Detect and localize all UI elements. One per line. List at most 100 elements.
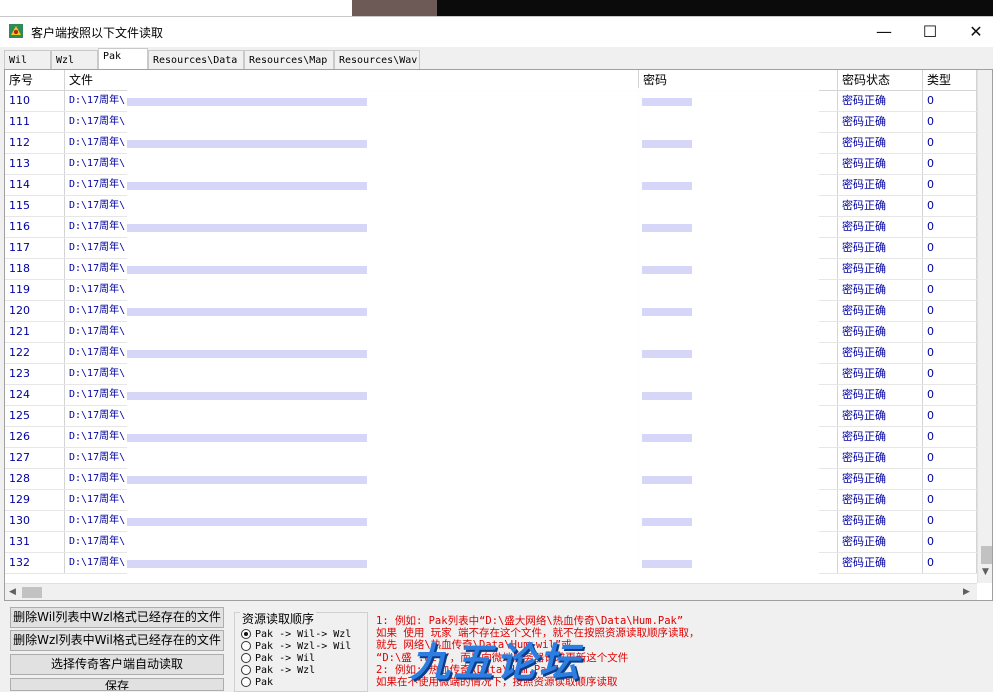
cell-type: 0 bbox=[923, 322, 977, 342]
cell-index: 123 bbox=[5, 364, 65, 384]
header-type[interactable]: 类型 bbox=[923, 70, 977, 91]
cell-type: 0 bbox=[923, 133, 977, 153]
cell-password-status: 密码正确 bbox=[838, 280, 923, 300]
background-thumbnail bbox=[352, 0, 437, 16]
cell-index: 119 bbox=[5, 280, 65, 300]
cell-type: 0 bbox=[923, 490, 977, 510]
cell-type: 0 bbox=[923, 532, 977, 552]
radio-selected-icon[interactable] bbox=[241, 629, 251, 639]
radio-icon[interactable] bbox=[241, 677, 251, 687]
cell-type: 0 bbox=[923, 259, 977, 279]
cell-index: 113 bbox=[5, 154, 65, 174]
cell-type: 0 bbox=[923, 385, 977, 405]
cell-password-status: 密码正确 bbox=[838, 175, 923, 195]
load-order-title: 资源读取顺序 bbox=[240, 610, 317, 627]
cell-type: 0 bbox=[923, 238, 977, 258]
cell-type: 0 bbox=[923, 217, 977, 237]
cell-password-status: 密码正确 bbox=[838, 154, 923, 174]
cell-password-status: 密码正确 bbox=[838, 406, 923, 426]
cell-index: 124 bbox=[5, 385, 65, 405]
cell-index: 132 bbox=[5, 553, 65, 573]
cell-type: 0 bbox=[923, 112, 977, 132]
header-index[interactable]: 序号 bbox=[5, 70, 65, 91]
cell-index: 126 bbox=[5, 427, 65, 447]
tab-resources-map[interactable]: Resources\Map bbox=[244, 50, 334, 69]
cell-password-status: 密码正确 bbox=[838, 301, 923, 321]
minimize-button[interactable]: — bbox=[861, 17, 907, 47]
order-option-2[interactable]: Pak -> Wzl-> Wil bbox=[241, 641, 351, 653]
cell-password-status: 密码正确 bbox=[838, 469, 923, 489]
horizontal-scrollbar[interactable]: ◀ ▶ bbox=[5, 583, 977, 600]
save-button[interactable]: 保存 bbox=[10, 678, 224, 691]
cell-type: 0 bbox=[923, 196, 977, 216]
horizontal-scroll-thumb[interactable] bbox=[22, 587, 42, 598]
scroll-right-icon[interactable]: ▶ bbox=[963, 587, 970, 597]
scroll-down-icon[interactable]: ▼ bbox=[982, 567, 989, 577]
cell-type: 0 bbox=[923, 301, 977, 321]
tab-pak[interactable]: Pak bbox=[98, 48, 148, 69]
order-option-5[interactable]: Pak bbox=[241, 677, 273, 689]
scroll-left-icon[interactable]: ◀ bbox=[9, 587, 16, 597]
cell-type: 0 bbox=[923, 364, 977, 384]
redacted-overlay bbox=[127, 88, 819, 600]
cell-password-status: 密码正确 bbox=[838, 217, 923, 237]
cell-type: 0 bbox=[923, 91, 977, 111]
cell-password-status: 密码正确 bbox=[838, 91, 923, 111]
cell-password-status: 密码正确 bbox=[838, 490, 923, 510]
window-title: 客户端按照以下文件读取 bbox=[31, 26, 164, 40]
cell-index: 131 bbox=[5, 532, 65, 552]
forum-watermark: 九五论坛 bbox=[410, 640, 582, 686]
delete-wzl-duplicates-button[interactable]: 删除Wzl列表中Wil格式已经存在的文件 bbox=[10, 630, 224, 651]
tab-resources-data[interactable]: Resources\Data bbox=[148, 50, 244, 69]
cell-type: 0 bbox=[923, 427, 977, 447]
cell-type: 0 bbox=[923, 469, 977, 489]
close-button[interactable]: ✕ bbox=[953, 17, 993, 47]
cell-index: 122 bbox=[5, 343, 65, 363]
order-option-1[interactable]: Pak -> Wil-> Wzl bbox=[241, 629, 351, 641]
cell-password-status: 密码正确 bbox=[838, 133, 923, 153]
cell-index: 114 bbox=[5, 175, 65, 195]
cell-index: 116 bbox=[5, 217, 65, 237]
cell-password-status: 密码正确 bbox=[838, 553, 923, 573]
cell-password-status: 密码正确 bbox=[838, 532, 923, 552]
cell-type: 0 bbox=[923, 280, 977, 300]
tab-wzl[interactable]: Wzl bbox=[51, 50, 98, 69]
vertical-scrollbar[interactable]: ▼ bbox=[977, 70, 992, 583]
cell-type: 0 bbox=[923, 154, 977, 174]
cell-index: 120 bbox=[5, 301, 65, 321]
delete-wil-duplicates-button[interactable]: 删除Wil列表中Wzl格式已经存在的文件 bbox=[10, 607, 224, 628]
radio-icon[interactable] bbox=[241, 641, 251, 651]
radio-icon[interactable] bbox=[241, 653, 251, 663]
auto-read-client-button[interactable]: 选择传奇客户端自动读取 bbox=[10, 654, 224, 675]
cell-index: 130 bbox=[5, 511, 65, 531]
cell-password-status: 密码正确 bbox=[838, 448, 923, 468]
tab-wil[interactable]: Wil bbox=[4, 50, 51, 69]
cell-index: 128 bbox=[5, 469, 65, 489]
order-option-4[interactable]: Pak -> Wzl bbox=[241, 665, 315, 677]
radio-icon[interactable] bbox=[241, 665, 251, 675]
tab-resources-wav[interactable]: Resources\Wav bbox=[334, 50, 420, 69]
order-option-3[interactable]: Pak -> Wil bbox=[241, 653, 315, 665]
cell-index: 121 bbox=[5, 322, 65, 342]
cell-index: 127 bbox=[5, 448, 65, 468]
cell-type: 0 bbox=[923, 175, 977, 195]
header-password-status[interactable]: 密码状态 bbox=[838, 70, 923, 91]
cell-index: 112 bbox=[5, 133, 65, 153]
cell-password-status: 密码正确 bbox=[838, 259, 923, 279]
note-line: 1: 例如: Pak列表中“D:\盛大网络\热血传奇\Data\Hum.Pak” bbox=[376, 615, 684, 627]
tab-strip: Wil Wzl Pak Resources\Data Resources\Map… bbox=[4, 48, 420, 69]
cell-password-status: 密码正确 bbox=[838, 385, 923, 405]
cell-type: 0 bbox=[923, 343, 977, 363]
cell-password-status: 密码正确 bbox=[838, 427, 923, 447]
cell-password-status: 密码正确 bbox=[838, 196, 923, 216]
cell-password-status: 密码正确 bbox=[838, 238, 923, 258]
cell-index: 117 bbox=[5, 238, 65, 258]
file-list-table[interactable]: 序号 文件 密码 密码状态 类型 110 D:\17周年\ 密码正确 0 111 D:\1… bbox=[4, 69, 993, 601]
app-icon bbox=[9, 24, 23, 38]
cell-password-status: 密码正确 bbox=[838, 511, 923, 531]
maximize-button[interactable]: ☐ bbox=[907, 17, 953, 47]
vertical-scroll-thumb[interactable] bbox=[981, 546, 992, 564]
cell-password-status: 密码正确 bbox=[838, 364, 923, 384]
cell-type: 0 bbox=[923, 406, 977, 426]
cell-index: 110 bbox=[5, 91, 65, 111]
